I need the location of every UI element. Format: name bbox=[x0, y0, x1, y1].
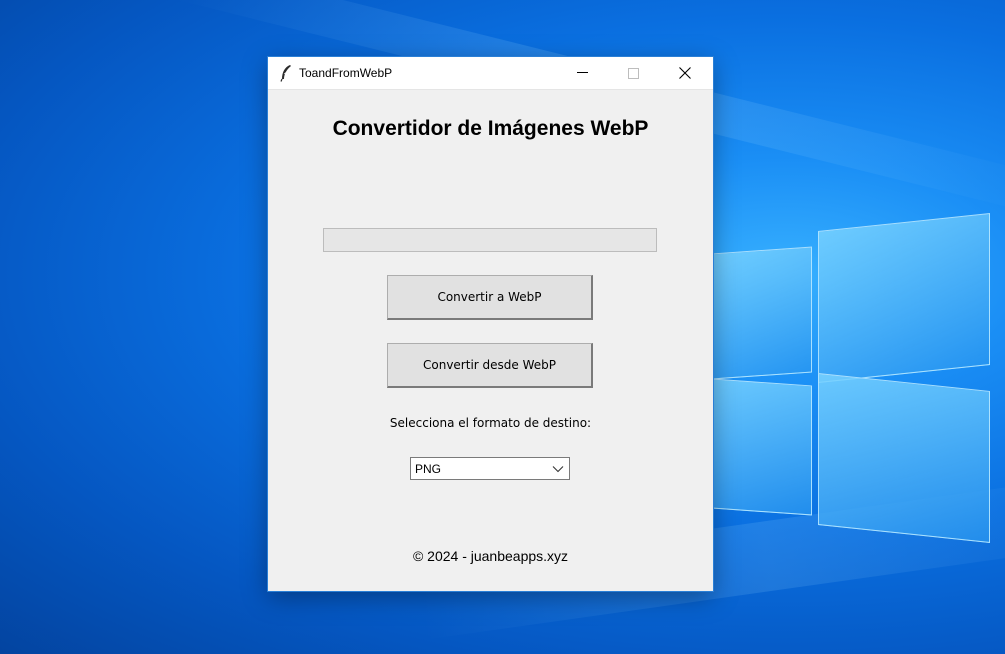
windows-logo-pane bbox=[712, 246, 812, 380]
chevron-down-icon bbox=[552, 466, 564, 473]
format-label: Selecciona el formato de destino: bbox=[389, 416, 592, 430]
windows-logo-pane bbox=[712, 378, 812, 516]
windows-logo-pane bbox=[818, 212, 990, 384]
page-title: Convertidor de Imágenes WebP bbox=[332, 117, 649, 140]
maximize-button[interactable] bbox=[610, 57, 656, 89]
title-bar[interactable]: ToandFromWebP bbox=[268, 57, 713, 90]
close-icon bbox=[679, 67, 691, 79]
progress-bar bbox=[323, 228, 657, 252]
format-select[interactable]: PNG bbox=[410, 457, 570, 480]
convert-from-webp-button[interactable]: Convertir desde WebP bbox=[387, 343, 593, 388]
windows-logo bbox=[712, 212, 992, 544]
window-title: ToandFromWebP bbox=[299, 66, 393, 80]
format-select-value: PNG bbox=[415, 462, 442, 476]
copyright-footer: © 2024 - juanbeapps.xyz bbox=[412, 548, 569, 564]
app-window: ToandFromWebP Convertidor de Imágenes We… bbox=[268, 57, 713, 591]
maximize-icon bbox=[627, 67, 639, 79]
windows-logo-pane bbox=[818, 372, 990, 544]
minimize-icon bbox=[576, 72, 588, 73]
minimize-button[interactable] bbox=[559, 57, 605, 89]
close-button[interactable] bbox=[662, 57, 708, 89]
feather-icon bbox=[280, 65, 291, 82]
convert-to-webp-button[interactable]: Convertir a WebP bbox=[387, 275, 593, 320]
